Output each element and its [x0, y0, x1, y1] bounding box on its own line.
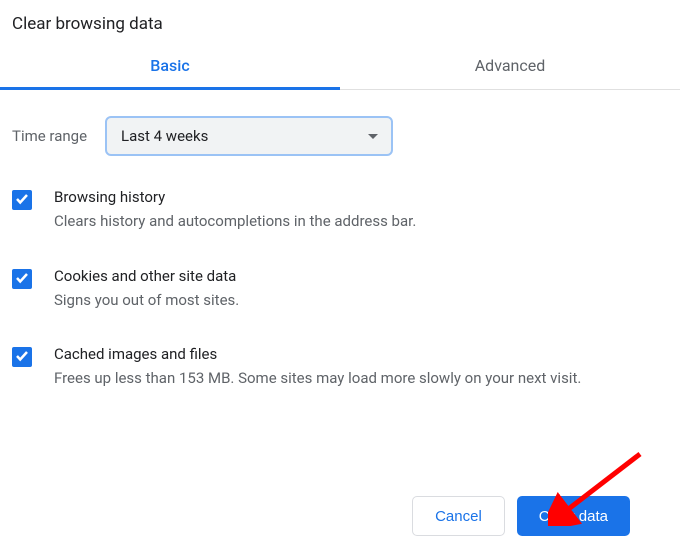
checkmark-icon [15, 191, 29, 209]
checkbox-cached[interactable] [12, 347, 32, 367]
checkmark-icon [15, 270, 29, 288]
option-title: Cached images and files [54, 345, 668, 363]
time-range-value: Last 4 weeks [121, 127, 208, 145]
dialog-buttons: Cancel Clear data [412, 496, 630, 536]
tabs: Basic Advanced [0, 44, 680, 90]
option-desc: Signs you out of most sites. [54, 289, 668, 312]
option-cookies: Cookies and other site data Signs you ou… [12, 251, 668, 330]
time-range-select[interactable]: Last 4 weeks [105, 116, 393, 156]
time-range-label: Time range [12, 127, 87, 145]
option-cached: Cached images and files Frees up less th… [12, 329, 668, 408]
chevron-down-icon [367, 127, 379, 145]
option-desc: Frees up less than 153 MB. Some sites ma… [54, 367, 668, 390]
checkbox-browsing-history[interactable] [12, 190, 32, 210]
time-range-row: Time range Last 4 weeks [0, 90, 680, 166]
options-list: Browsing history Clears history and auto… [0, 166, 680, 408]
dialog-title: Clear browsing data [0, 0, 680, 44]
cancel-button[interactable]: Cancel [412, 496, 505, 536]
tab-advanced[interactable]: Advanced [340, 44, 680, 89]
checkmark-icon [15, 348, 29, 366]
checkbox-cookies[interactable] [12, 269, 32, 289]
clear-data-button[interactable]: Clear data [517, 496, 630, 536]
option-title: Browsing history [54, 188, 668, 206]
option-desc: Clears history and autocompletions in th… [54, 210, 668, 233]
option-browsing-history: Browsing history Clears history and auto… [12, 172, 668, 251]
option-title: Cookies and other site data [54, 267, 668, 285]
tab-basic[interactable]: Basic [0, 44, 340, 89]
